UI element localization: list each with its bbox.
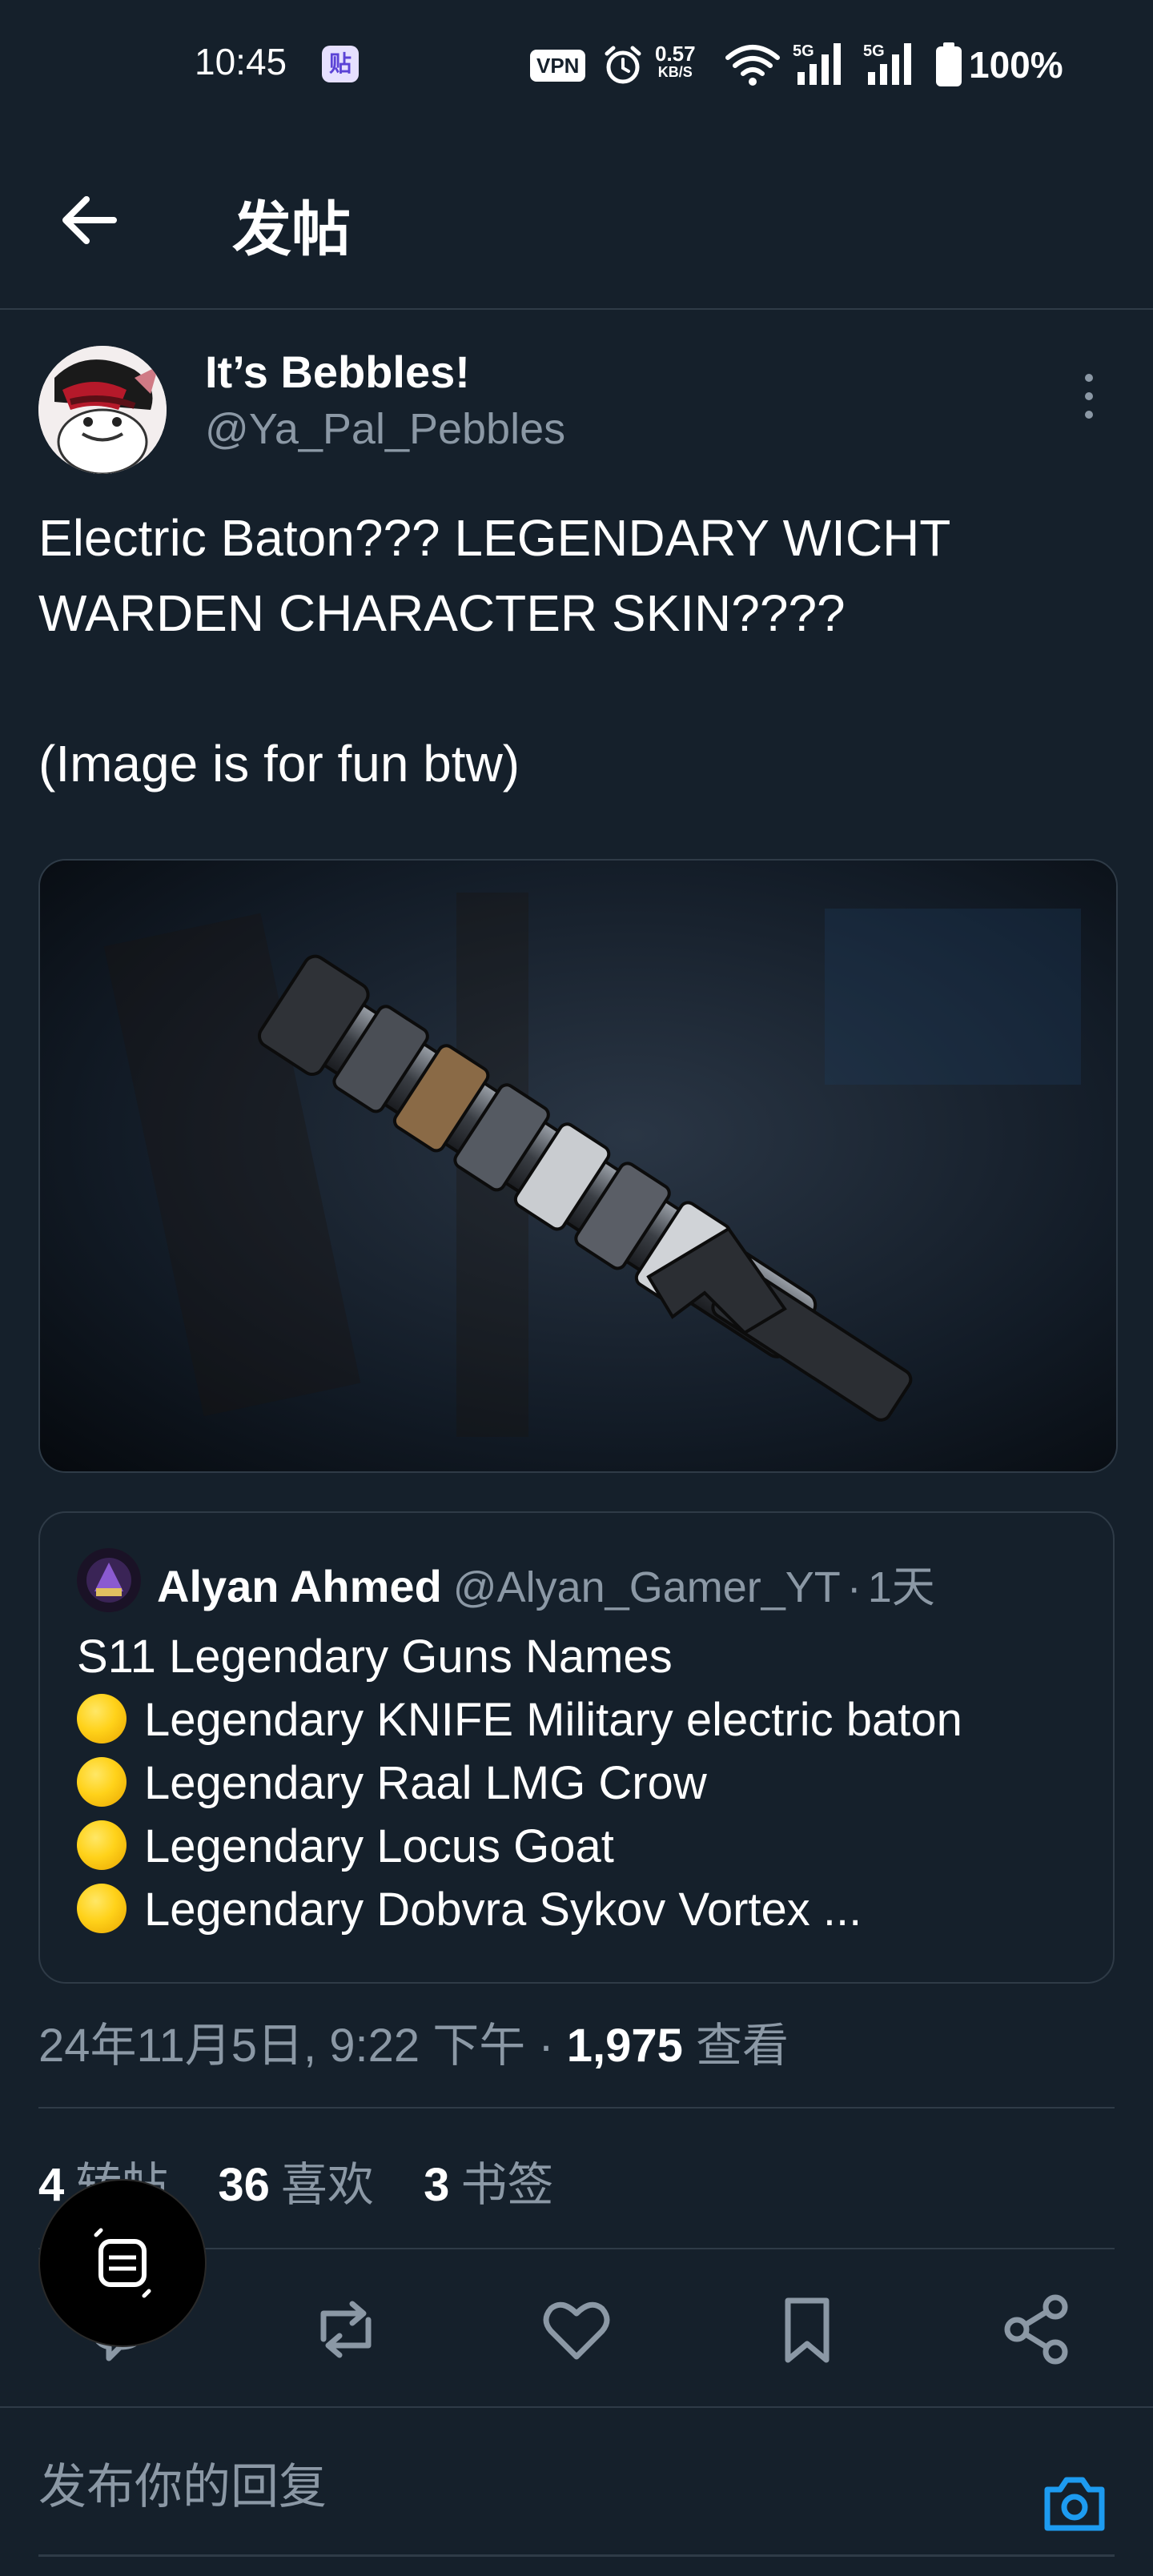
bookmark-icon[interactable] xyxy=(767,2289,847,2369)
likes-count: 36 xyxy=(218,2159,270,2211)
tweet-meta: 24年11月5日, 9:22 下午 · 1,975 查看 xyxy=(38,2008,789,2075)
network-speed-value: 0.57 xyxy=(655,42,696,66)
quoted-tweet-body: S11 Legendary Guns Names Legendary KNIFE… xyxy=(77,1625,1094,1941)
network-speed-unit: KB/S xyxy=(657,64,693,80)
quoted-tweet-time: 1天 xyxy=(867,1563,935,1611)
screen-switch-icon xyxy=(94,2228,151,2298)
author-avatar[interactable] xyxy=(38,346,167,474)
yellow-circle-icon xyxy=(77,1694,127,1743)
list-item: Legendary Locus Goat xyxy=(77,1815,1094,1878)
yellow-circle-icon xyxy=(77,1757,127,1807)
alarm-icon xyxy=(605,46,641,84)
quoted-author-name: Alyan Ahmed xyxy=(157,1561,442,1611)
status-bar: 10:45 贴 VPN 0.57 KB/S 5G 5G 100% xyxy=(0,0,1153,132)
list-item: Legendary Dobvra Sykov Vortex ... xyxy=(77,1878,1094,1941)
battery-icon xyxy=(936,42,962,86)
cellular-signal-icon-2: 5G xyxy=(863,42,911,85)
top-app-bar: 发帖 xyxy=(0,132,1153,310)
app-notification-icon: 贴 xyxy=(322,46,359,82)
electric-baton-image xyxy=(40,861,1116,1471)
bookmarks-label: 书签 xyxy=(460,2159,554,2211)
floating-assistant-button[interactable] xyxy=(38,2179,207,2347)
page-title: 发帖 xyxy=(232,196,351,263)
tweet-text: Electric Baton??? LEGENDARY WICHT WARDEN… xyxy=(38,509,951,792)
divider xyxy=(38,2107,1115,2109)
like-icon[interactable] xyxy=(536,2289,617,2369)
list-item-text: Legendary Locus Goat xyxy=(144,1820,614,1872)
network-type-label: 5G xyxy=(793,42,814,60)
reply-input-underline xyxy=(38,2554,1115,2557)
bookmarks-stat[interactable]: 3 书签 xyxy=(424,2159,553,2211)
quoted-author-line: Alyan Ahmed @Alyan_Gamer_YT · 1天 xyxy=(157,1551,935,1615)
camera-icon[interactable] xyxy=(1041,2470,1108,2538)
repost-icon[interactable] xyxy=(306,2289,386,2369)
author-avatar-image xyxy=(38,346,167,474)
bookmarks-count: 3 xyxy=(424,2159,450,2211)
network-speed: 0.57 KB/S xyxy=(655,43,696,80)
views-label: 查看 xyxy=(682,2020,789,2072)
back-arrow-icon[interactable] xyxy=(58,188,122,252)
likes-label: 喜欢 xyxy=(280,2159,374,2211)
reply-input[interactable]: 发布你的回复 xyxy=(38,2448,327,2518)
status-time: 10:45 xyxy=(195,41,287,82)
list-item-text: Legendary Raal LMG Crow xyxy=(144,1757,707,1809)
share-icon[interactable] xyxy=(996,2289,1076,2369)
list-item-text: Legendary KNIFE Military electric baton xyxy=(144,1694,962,1746)
list-item-text: Legendary Dobvra Sykov Vortex ... xyxy=(144,1884,862,1936)
more-options-icon[interactable] xyxy=(1073,368,1105,424)
tweet-timestamp: 24年11月5日, 9:22 下午 · xyxy=(38,2020,567,2072)
list-item: Legendary Raal LMG Crow xyxy=(77,1751,1094,1815)
views-count: 1,975 xyxy=(566,2020,683,2072)
yellow-circle-icon xyxy=(77,1884,127,1933)
network-type-label-2: 5G xyxy=(863,42,885,60)
wifi-icon xyxy=(725,45,780,86)
quoted-author-avatar xyxy=(77,1548,141,1612)
reply-composer: 发布你的回复 xyxy=(0,2406,1153,2576)
likes-stat[interactable]: 36 喜欢 xyxy=(218,2159,374,2211)
battery-percent: 100% xyxy=(969,44,1063,86)
author-name[interactable]: It’s Bebbles! xyxy=(205,346,470,398)
quoted-author-avatar-image xyxy=(77,1548,141,1612)
quoted-author-handle: @Alyan_Gamer_YT xyxy=(452,1563,841,1611)
tweet-image[interactable] xyxy=(38,859,1118,1473)
quoted-tweet[interactable]: Alyan Ahmed @Alyan_Gamer_YT · 1天 S11 Legend… xyxy=(38,1511,1115,1984)
separator-dot: · xyxy=(846,1563,862,1611)
author-handle[interactable]: @Ya_Pal_Pebbles xyxy=(205,404,565,454)
quoted-tweet-title: S11 Legendary Guns Names xyxy=(77,1631,673,1683)
vpn-indicator: VPN xyxy=(530,50,586,82)
yellow-circle-icon xyxy=(77,1820,127,1870)
list-item: Legendary KNIFE Military electric baton xyxy=(77,1688,1094,1751)
cellular-signal-icon: 5G xyxy=(793,42,841,85)
